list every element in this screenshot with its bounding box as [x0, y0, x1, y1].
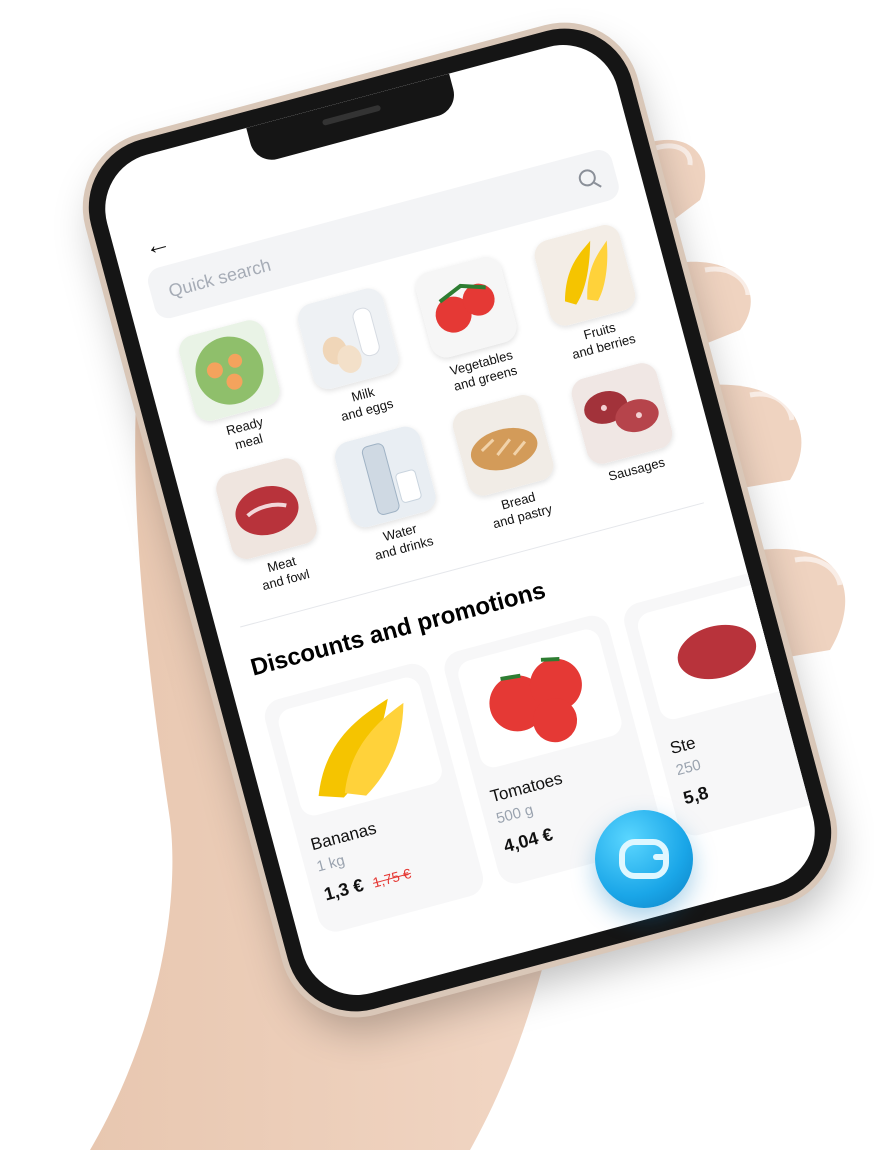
category-ready-meal[interactable]: Ready meal: [164, 313, 305, 463]
vegetables-image: [412, 253, 521, 361]
category-bread[interactable]: Bread and pastry: [438, 388, 579, 538]
promo-list: Bananas 1 kg 1,3 € 1,75 € Tomatoes 500 g…: [260, 549, 828, 936]
price: 4,04 €: [501, 824, 555, 857]
ready-meal-image: [175, 316, 284, 425]
category-label: Water and drinks: [373, 520, 435, 563]
category-milk-eggs[interactable]: Milk and eggs: [282, 282, 423, 432]
bananas-image: [275, 674, 445, 819]
category-label: Milk and eggs: [339, 384, 395, 424]
price: 5,8: [681, 782, 711, 809]
old-price: 1,75 €: [370, 865, 413, 891]
fruits-image: [530, 221, 639, 330]
logo-icon: [619, 839, 669, 879]
water-image: [331, 423, 439, 532]
category-label: Ready meal: [224, 413, 265, 453]
search-icon[interactable]: [576, 165, 603, 192]
sausages-image: [567, 359, 676, 468]
category-water[interactable]: Water and drinks: [319, 420, 460, 570]
category-fruits[interactable]: Fruits and berries: [519, 218, 660, 368]
back-arrow-icon[interactable]: ←: [141, 226, 174, 262]
bread-image: [449, 391, 558, 500]
category-meat[interactable]: Meat and fowl: [201, 452, 342, 602]
price: 1,3 €: [321, 874, 366, 905]
app-logo-button[interactable]: [595, 810, 693, 908]
category-label: Bread and pastry: [491, 489, 554, 532]
milk-eggs-image: [294, 284, 402, 393]
meat-image: [212, 454, 321, 563]
tomatoes-image: [455, 626, 625, 771]
category-vegetables[interactable]: Vegetables and greens: [401, 250, 542, 400]
category-sausages[interactable]: Sausages: [556, 357, 697, 507]
category-label: Meat and fowl: [260, 553, 312, 593]
